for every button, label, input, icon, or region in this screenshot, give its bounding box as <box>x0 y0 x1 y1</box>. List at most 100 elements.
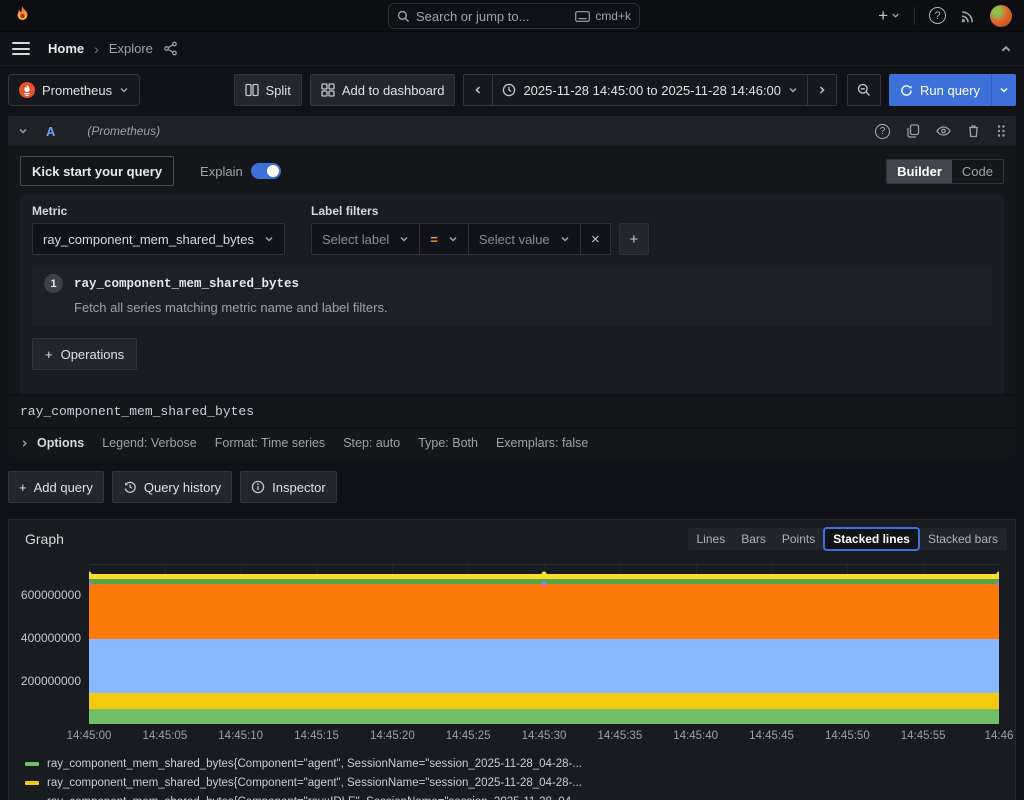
x-axis-label: 14:45:45 <box>749 730 794 742</box>
collapse-top-icon[interactable] <box>1000 43 1012 55</box>
query-history-button[interactable]: Query history <box>111 471 233 503</box>
label-filters-field: Label filters Select label = Select valu… <box>311 204 649 255</box>
legend-item[interactable]: ray_component_mem_shared_bytes{Component… <box>25 792 1015 800</box>
view-mode-stacked-lines[interactable]: Stacked lines <box>825 529 918 549</box>
view-mode-points[interactable]: Points <box>774 529 823 549</box>
y-axis-label: 200000000 <box>20 674 81 689</box>
legend-item[interactable]: ray_component_mem_shared_bytes{Component… <box>25 754 1015 773</box>
x-axis-label: 14:45:50 <box>824 730 870 742</box>
legend-label: ray_component_mem_shared_bytes{Component… <box>47 757 582 770</box>
new-menu-button[interactable]: + <box>878 7 900 24</box>
zoom-out-time-button[interactable] <box>847 74 882 106</box>
query-row-body: Kick start your query Explain Builder Co… <box>8 146 1016 394</box>
news-rss-icon[interactable] <box>960 8 976 24</box>
code-mode-button[interactable]: Code <box>952 160 1003 183</box>
time-range-picker[interactable]: 2025-11-28 14:45:00 to 2025-11-28 14:46:… <box>492 75 807 105</box>
query-row-header[interactable]: A (Prometheus) ? <box>8 116 1016 146</box>
time-shift-back-button[interactable] <box>464 75 492 105</box>
keyboard-icon <box>575 10 591 22</box>
collapse-query-icon[interactable] <box>18 126 28 136</box>
search-icon <box>397 10 410 23</box>
step-metric-name: ray_component_mem_shared_bytes <box>74 276 300 291</box>
graph-panel: Graph Lines Bars Points Stacked lines Stacke… <box>8 519 1016 800</box>
add-to-dashboard-button[interactable]: Add to dashboard <box>309 74 456 106</box>
x-axis: 14:45:00 14:45:05 14:45:10 14:45:15 14:45:20… <box>67 728 1014 746</box>
query-help-icon[interactable]: ? <box>875 123 890 139</box>
drag-handle-icon[interactable] <box>996 124 1006 138</box>
view-mode-bars[interactable]: Bars <box>733 529 774 549</box>
menu-toggle-icon[interactable] <box>12 40 30 57</box>
explain-toggle[interactable] <box>250 163 281 179</box>
option-summary-item: Type: Both <box>418 436 478 450</box>
query-builder: Metric ray_component_mem_shared_bytes La… <box>20 194 1004 394</box>
info-icon <box>251 480 265 494</box>
add-filter-button[interactable]: + <box>618 223 649 255</box>
y-axis-label: 600000000 <box>20 588 81 603</box>
hide-query-icon[interactable] <box>936 125 951 137</box>
options-toggle[interactable]: Options <box>20 436 84 450</box>
option-summary-item: Exemplars: false <box>495 436 589 450</box>
remove-filter-button[interactable]: × <box>580 223 611 255</box>
apps-grid-icon <box>321 83 335 97</box>
breadcrumb-home[interactable]: Home <box>48 41 84 56</box>
editor-mode-switch: Builder Code <box>886 158 1004 184</box>
x-axis-label: 14:45:30 <box>521 730 567 742</box>
split-button[interactable]: Split <box>233 74 302 106</box>
x-axis-label: 14:45:40 <box>673 730 719 742</box>
series-band <box>89 584 999 640</box>
x-axis-label: 14:45:35 <box>597 730 643 742</box>
duplicate-query-icon[interactable] <box>906 124 920 138</box>
clock-icon <box>502 83 516 97</box>
operator-dropdown[interactable]: = <box>420 223 469 255</box>
explain-panel: 1 ray_component_mem_shared_bytes Fetch a… <box>32 265 992 326</box>
panel-title: Graph <box>25 531 64 547</box>
x-axis-label: 14:45:25 <box>445 730 491 742</box>
time-shift-forward-button[interactable] <box>807 75 836 105</box>
explore-toolbar: Prometheus Split Add to dashboard 2025-1… <box>8 74 1016 106</box>
zoom-out-icon <box>857 83 871 97</box>
datasource-picker[interactable]: Prometheus <box>8 74 141 106</box>
select-label-dropdown[interactable]: Select label <box>311 223 421 255</box>
kick-start-button[interactable]: Kick start your query <box>20 156 175 186</box>
operations-button[interactable]: + Operations <box>32 338 138 370</box>
legend-swatch <box>25 780 39 785</box>
query-ref-id[interactable]: A <box>46 124 55 139</box>
help-icon[interactable]: ? <box>929 7 946 24</box>
chart-legend: ray_component_mem_shared_bytes{Component… <box>25 754 1015 800</box>
search-shortcut: cmd+k <box>575 9 631 23</box>
series-band <box>89 639 999 693</box>
options-label: Options <box>37 436 85 450</box>
step-number-badge: 1 <box>44 274 63 293</box>
grafana-logo-icon[interactable] <box>12 5 33 26</box>
x-axis-label: 14:45:55 <box>900 730 946 742</box>
y-axis: 200000000 400000000 600000000 <box>17 564 89 724</box>
user-avatar[interactable] <box>990 4 1012 27</box>
add-query-button[interactable]: + Add query <box>8 471 104 503</box>
share-icon[interactable] <box>163 41 178 56</box>
inspector-button[interactable]: Inspector <box>240 471 337 503</box>
point-marker <box>541 581 547 587</box>
select-value-dropdown[interactable]: Select value <box>468 223 581 255</box>
plot-area[interactable] <box>89 564 999 724</box>
breadcrumb-bar: Home › Explore <box>0 32 1024 66</box>
explain-label: Explain <box>200 163 243 179</box>
point-marker <box>996 571 999 577</box>
view-mode-lines[interactable]: Lines <box>689 529 734 549</box>
point-marker <box>996 581 999 587</box>
builder-mode-button[interactable]: Builder <box>887 159 952 183</box>
plus-icon: + <box>19 479 27 495</box>
metric-select[interactable]: ray_component_mem_shared_bytes <box>32 223 286 255</box>
view-mode-stacked-bars[interactable]: Stacked bars <box>920 529 1006 549</box>
run-query-button[interactable]: Run query <box>889 74 1016 106</box>
plus-icon: + <box>45 346 53 362</box>
legend-item[interactable]: ray_component_mem_shared_bytes{Component… <box>25 773 1015 792</box>
query-options-row: Options Legend: Verbose Format: Time seri… <box>8 429 1016 457</box>
breadcrumb-current[interactable]: Explore <box>109 41 153 56</box>
history-icon <box>123 480 137 494</box>
search-input[interactable]: Search or jump to... cmd+k <box>388 3 640 29</box>
explore-actions: + Add query Query history Inspector <box>8 471 1016 503</box>
plus-icon: + <box>878 6 888 25</box>
time-range-control: 2025-11-28 14:45:00 to 2025-11-28 14:46:… <box>463 74 838 106</box>
run-query-dropdown[interactable] <box>991 74 1016 106</box>
remove-query-icon[interactable] <box>967 124 980 138</box>
